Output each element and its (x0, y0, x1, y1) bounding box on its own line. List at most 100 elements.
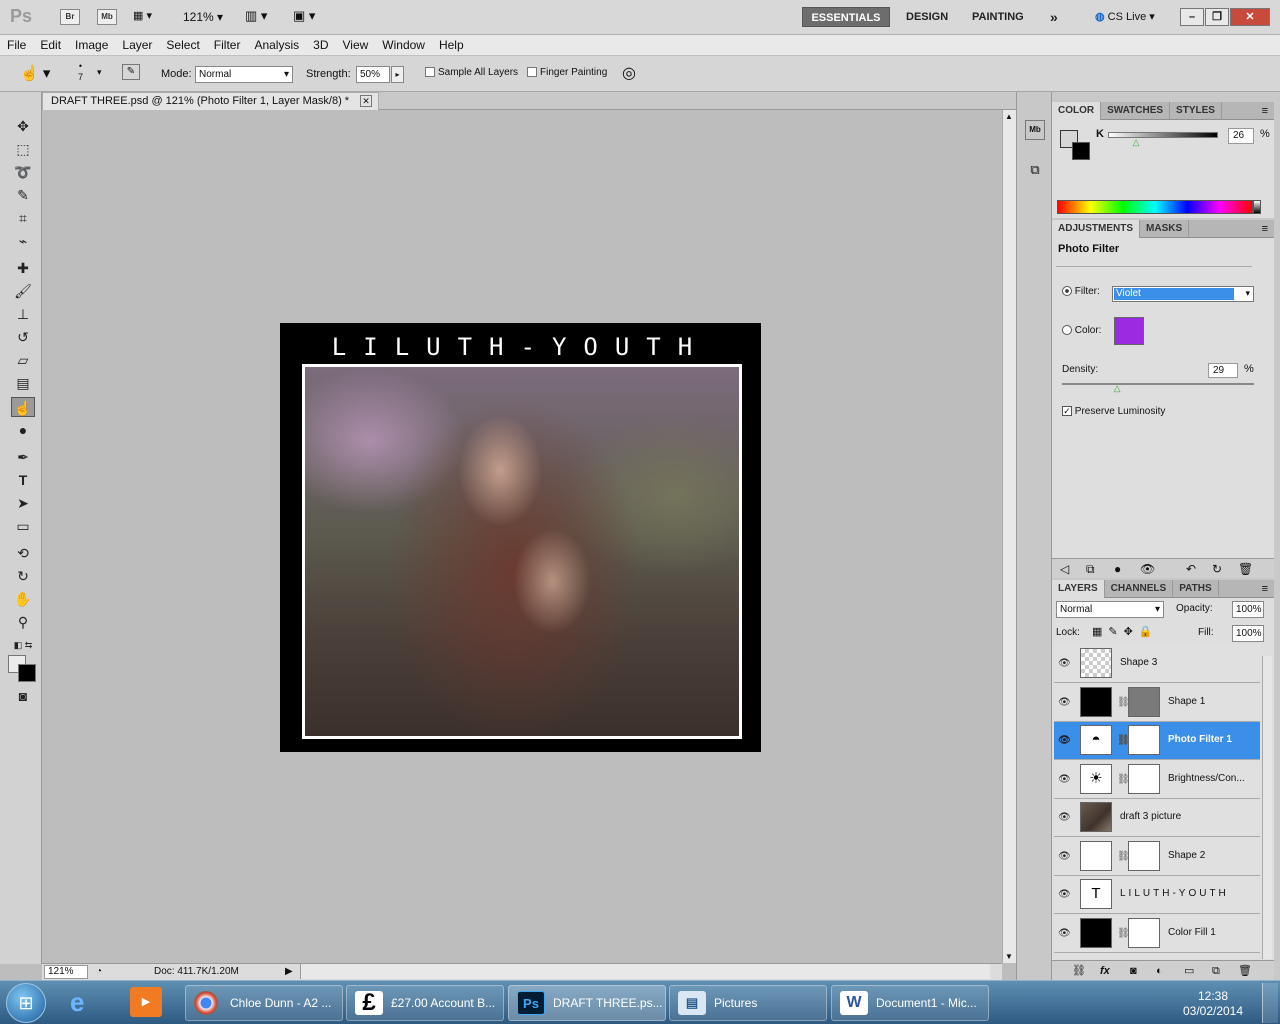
layer-visibility-icon[interactable]: 👁 (1058, 812, 1071, 823)
mini-bridge-panel-icon[interactable]: Mb (1025, 120, 1045, 140)
document-tab[interactable]: DRAFT THREE.psd @ 121% (Photo Filter 1, … (42, 92, 379, 110)
preserve-luminosity-checkbox[interactable]: ✓ Preserve Luminosity (1062, 406, 1165, 417)
layer-row[interactable]: 👁 T LILUTH-YOUTH (1054, 876, 1260, 914)
delete-adjustment-icon[interactable]: 🗑 (1238, 559, 1253, 579)
layer-thumbnail[interactable] (1080, 840, 1112, 871)
view-extras-dropdown[interactable]: ▦ ▾ (133, 9, 165, 25)
artwork-canvas[interactable]: LILUTH-YOUTH (280, 323, 761, 752)
add-mask-icon[interactable]: ◙ (1130, 961, 1137, 981)
brush-picker-arrow-icon[interactable]: ▾ (97, 67, 102, 78)
close-tab-icon[interactable]: ✕ (360, 95, 372, 107)
history-panel-icon[interactable]: ⧉ (1025, 162, 1045, 182)
new-adjustment-icon[interactable]: ◐ (1156, 961, 1163, 981)
mini-bridge-button[interactable]: Mb (97, 9, 117, 25)
shape-tool-icon[interactable]: ▭ (11, 516, 35, 536)
restore-button[interactable]: ❐ (1205, 8, 1229, 26)
layer-mask-thumbnail[interactable] (1128, 763, 1160, 794)
k-slider-track[interactable] (1108, 132, 1218, 138)
move-tool-icon[interactable]: ✥ (11, 116, 35, 136)
scroll-down-icon[interactable]: ▼ (1005, 952, 1013, 961)
path-selection-tool-icon[interactable]: ➤ (11, 493, 35, 513)
density-slider-track[interactable] (1062, 383, 1254, 385)
expand-view-icon[interactable]: ⧉ (1086, 559, 1095, 579)
default-colors-icon[interactable]: ◧ ⇆ (11, 635, 35, 655)
menu-file[interactable]: File (0, 35, 33, 55)
taskbar-pictures[interactable]: ▤ Pictures (669, 985, 827, 1021)
lasso-tool-icon[interactable]: ➰ (11, 162, 35, 182)
color-radio[interactable]: Color: (1062, 325, 1101, 336)
smudge-tool-preset-icon[interactable]: ☝ ▾ (20, 64, 50, 82)
dodge-tool-icon[interactable]: ● (11, 420, 35, 440)
show-desktop-button[interactable] (1262, 983, 1278, 1023)
finger-painting-checkbox[interactable]: Finger Painting (527, 67, 607, 78)
density-input[interactable]: 29 (1208, 363, 1238, 378)
layer-mask-thumbnail[interactable] (1128, 840, 1160, 871)
layers-scrollbar[interactable] (1262, 656, 1272, 959)
workspace-essentials[interactable]: ESSENTIALS (802, 7, 890, 27)
panel-menu-icon[interactable]: ≡ (1262, 102, 1274, 120)
fill-input[interactable]: 100% (1232, 625, 1264, 642)
panel-menu-icon[interactable]: ≡ (1262, 580, 1274, 598)
layer-blend-mode-select[interactable]: Normal ▾ (1056, 601, 1164, 618)
type-tool-icon[interactable]: T (11, 470, 35, 490)
layer-thumbnail[interactable] (1080, 686, 1112, 717)
taskbar-word[interactable]: W Document1 - Mic... (831, 985, 989, 1021)
menu-help[interactable]: Help (432, 35, 471, 55)
pen-tool-icon[interactable]: ✒ (11, 447, 35, 467)
back-arrow-icon[interactable]: ◁ (1060, 559, 1069, 579)
tab-styles[interactable]: STYLES (1170, 102, 1222, 120)
cs-live-button[interactable]: ◍ CS Live ▾ (1095, 10, 1155, 23)
opacity-input[interactable]: 100% (1232, 601, 1264, 618)
gradient-tool-icon[interactable]: ▤ (11, 373, 35, 393)
vertical-scrollbar[interactable]: ▲ ▼ (1002, 110, 1016, 963)
media-player-icon[interactable]: ▶ (130, 987, 162, 1017)
background-color-swatch[interactable] (1072, 142, 1090, 160)
new-group-icon[interactable]: ▭ (1184, 961, 1194, 981)
view-previous-icon[interactable]: ↶ (1186, 559, 1196, 579)
layer-thumbnail[interactable]: ◓ (1080, 725, 1112, 755)
tab-channels[interactable]: CHANNELS (1105, 580, 1174, 598)
black-white-ramp[interactable] (1253, 200, 1261, 214)
layer-row[interactable]: 👁 draft 3 picture (1054, 799, 1260, 837)
layer-mask-thumbnail[interactable] (1128, 917, 1160, 948)
link-layers-icon[interactable]: ⛓ (1072, 961, 1086, 981)
taskbar-account[interactable]: £ £27.00 Account B... (346, 985, 504, 1021)
taskbar-photoshop[interactable]: Ps DRAFT THREE.ps... (508, 985, 666, 1021)
quick-mask-icon[interactable]: ◙ (11, 686, 35, 706)
minimize-button[interactable]: – (1180, 8, 1204, 26)
status-info-icon[interactable]: ◔ (96, 964, 102, 979)
menu-select[interactable]: Select (159, 35, 206, 55)
menu-3d[interactable]: 3D (306, 35, 335, 55)
layer-thumbnail[interactable] (1080, 648, 1112, 678)
system-clock[interactable]: 12:38 03/02/2014 (1182, 989, 1244, 1019)
sample-all-layers-checkbox[interactable]: Sample All Layers (425, 67, 518, 78)
eyedropper-tool-icon[interactable]: ⌁ (11, 231, 35, 251)
lock-options-icons[interactable]: ▦✎✥🔒 (1092, 625, 1159, 638)
filter-select[interactable]: Violet ▾ (1112, 286, 1254, 302)
quick-selection-tool-icon[interactable]: ✎ (11, 185, 35, 205)
zoom-level-dropdown[interactable]: 121% ▾ (183, 10, 223, 24)
screen-mode-icon[interactable]: ▣ ▾ (293, 8, 315, 24)
k-slider-thumb-icon[interactable]: △ (1133, 137, 1140, 148)
menu-window[interactable]: Window (375, 35, 432, 55)
layer-row[interactable]: 👁 ☀ ⛓ Brightness/Con... (1054, 760, 1260, 799)
mode-select[interactable]: Normal ▾ (195, 66, 293, 83)
brush-panel-toggle-icon[interactable]: ✎ (122, 64, 140, 80)
tab-paths[interactable]: PATHS (1173, 580, 1219, 598)
layer-style-icon[interactable]: fx (1100, 961, 1110, 981)
layer-visibility-icon[interactable]: 👁 (1058, 658, 1071, 669)
smudge-tool-icon[interactable]: ☝ (11, 397, 35, 417)
layer-thumbnail[interactable]: ☀ (1080, 763, 1112, 794)
layer-visibility-icon[interactable]: 👁 (1058, 889, 1071, 900)
layer-row[interactable]: 👁 ⛓ Shape 2 (1054, 837, 1260, 876)
filter-radio[interactable]: Filter: (1062, 286, 1100, 297)
tablet-pressure-icon[interactable]: ◎ (622, 63, 636, 83)
marquee-tool-icon[interactable]: ⬚ (11, 139, 35, 159)
tab-adjustments[interactable]: ADJUSTMENTS (1052, 220, 1141, 238)
tab-layers[interactable]: LAYERS (1052, 580, 1105, 598)
layer-visibility-icon[interactable]: 👁 (1058, 851, 1071, 862)
k-value-input[interactable]: 26 (1228, 128, 1254, 144)
brush-size-picker[interactable]: • 7 (78, 61, 83, 83)
taskbar-chrome[interactable]: Chloe Dunn - A2 ... (185, 985, 343, 1021)
layer-row[interactable]: 👁 ⛓ Shape 1 (1054, 683, 1260, 722)
